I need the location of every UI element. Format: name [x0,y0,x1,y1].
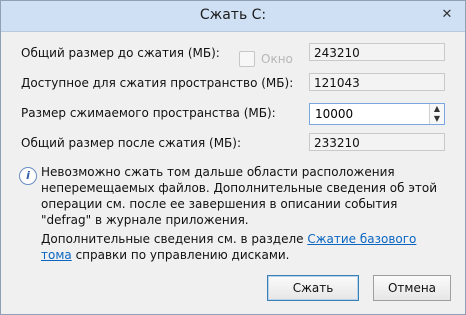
total-after-label: Общий размер после сжатия (МБ): [21,136,242,150]
shrink-dialog: Сжать C: ✕ Окно Общий размер до сжатия (… [0,0,466,315]
chevron-down-icon[interactable]: ▼ [430,114,444,124]
help-text: Дополнительные сведения см. в разделе Сж… [41,231,446,263]
available-space-value: 121043 [309,73,445,91]
info-message: Невозможно сжать том дальше области расп… [41,165,438,227]
shrink-space-input[interactable] [312,106,428,122]
background-window-ghost: Окно [239,49,317,69]
info-icon: i [19,167,37,185]
total-before-label: Общий размер до сжатия (МБ): [21,46,220,60]
help-suffix: справки по управлению дисками. [71,248,290,262]
close-icon[interactable]: ✕ [439,7,455,23]
titlebar: Сжать C: ✕ [1,1,465,32]
stepper-buttons[interactable]: ▲ ▼ [429,104,444,124]
dialog-title: Сжать C: [199,7,267,23]
ghost-label: Окно [261,52,293,66]
total-before-value: 243210 [309,43,445,61]
chevron-up-icon[interactable]: ▲ [430,104,444,114]
shrink-button[interactable]: Сжать [267,275,359,301]
available-space-label: Доступное для сжатия пространство (МБ): [21,76,294,90]
total-after-value: 233210 [309,133,445,151]
window-icon [239,51,255,67]
help-prefix: Дополнительные сведения см. в разделе [41,232,308,246]
shrink-space-label: Размер сжимаемого пространства (МБ): [21,106,276,120]
shrink-space-stepper[interactable]: ▲ ▼ [309,103,445,125]
cancel-button[interactable]: Отмена [373,275,451,301]
